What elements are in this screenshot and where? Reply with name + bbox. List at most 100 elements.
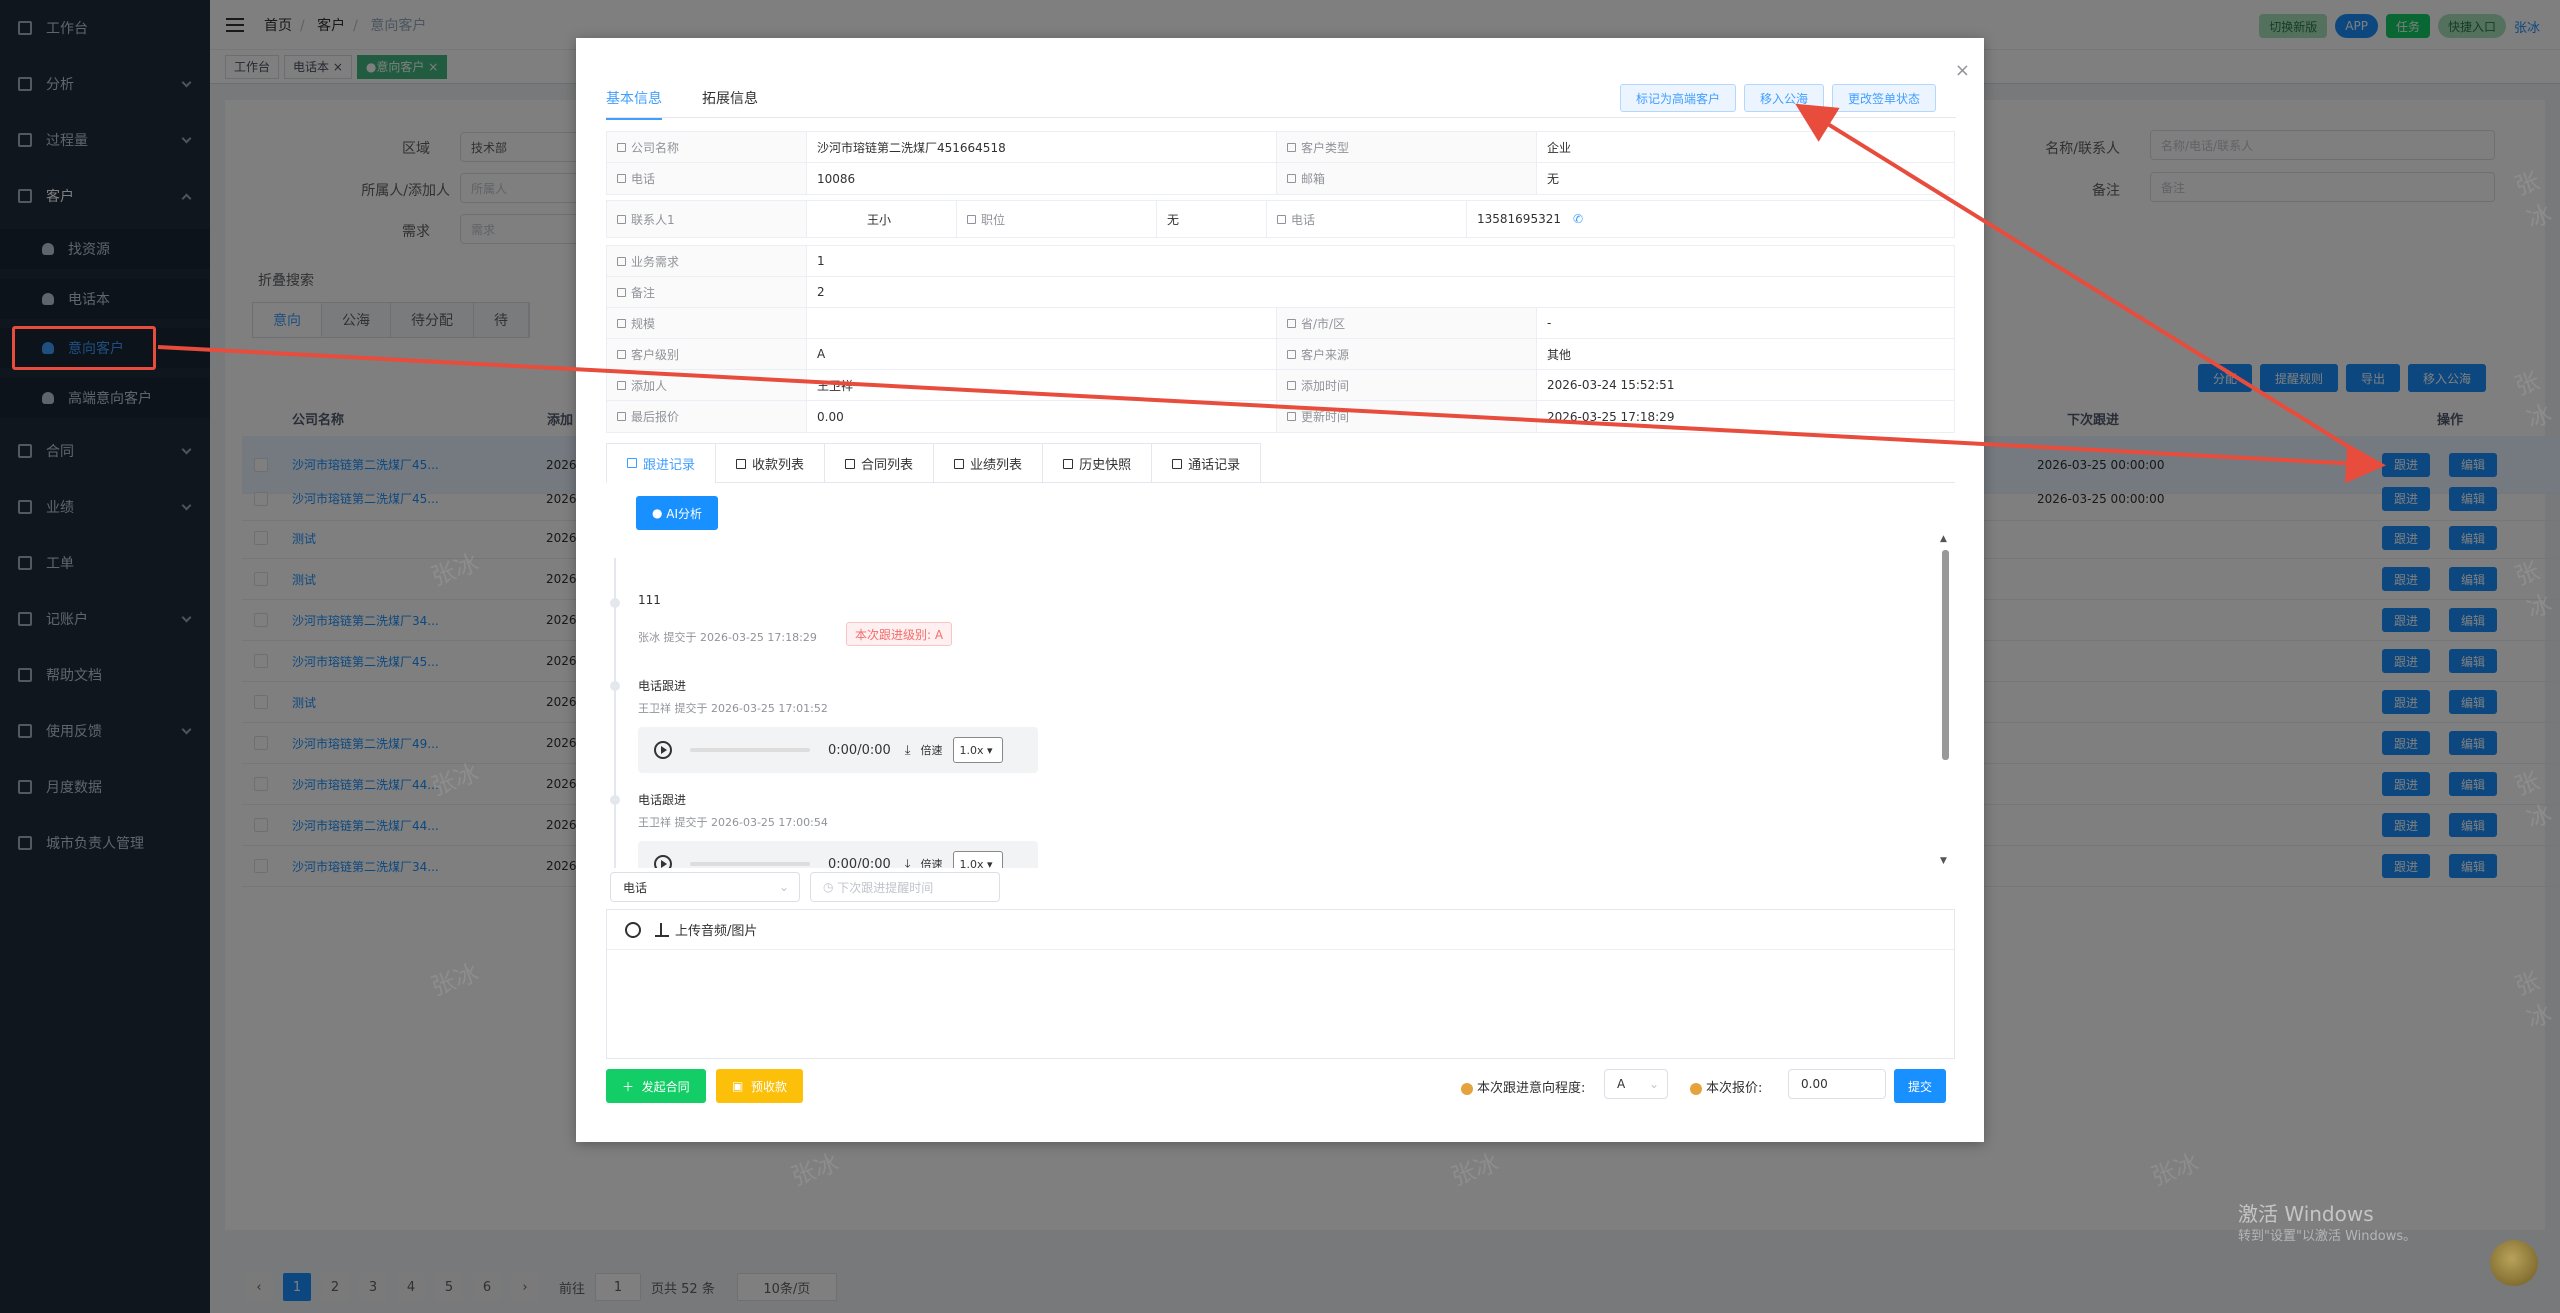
editor-toolbar: 上传音频/图片: [607, 910, 1954, 950]
contact-phone-value: 13581695321 ✆: [1477, 212, 1584, 226]
contact-value: 王小: [807, 201, 957, 237]
timeline-title: 111: [638, 593, 661, 607]
addtime-label: 添加时间: [1277, 370, 1537, 400]
audio-player: 0:00/0:00 ⤓ 倍速 1.0x ▾: [638, 841, 1038, 868]
source-label: 客户来源: [1277, 339, 1537, 369]
app: 工作台 分析 过程量 客户 找资源 电话本 意向客户 高端意向客户 合同 业绩 …: [0, 0, 2560, 1313]
doc-icon: [617, 256, 626, 266]
basic-info-table-1: 公司名称 沙河市瑢链第二洗煤厂451664518 客户类型 企业 电话 1008…: [606, 131, 1955, 195]
play-icon[interactable]: [654, 855, 672, 868]
close-icon[interactable]: ×: [1955, 60, 1970, 81]
timeline-dot: [610, 598, 620, 608]
emoji-icon[interactable]: [625, 921, 641, 938]
phone-value: 10086: [807, 163, 1277, 194]
follow-type-select[interactable]: 电话 ⌄: [610, 872, 800, 902]
tab-history-snapshot[interactable]: 历史快照: [1042, 443, 1153, 483]
province-value: -: [1547, 316, 1552, 330]
doc-icon: [617, 380, 626, 390]
call-icon[interactable]: ✆: [1573, 212, 1583, 226]
play-icon[interactable]: [654, 741, 672, 759]
speed-select[interactable]: 1.0x ▾: [952, 737, 1003, 763]
timeline-scrollbar[interactable]: [1942, 550, 1949, 760]
tab-receipts[interactable]: 收款列表: [715, 443, 826, 483]
upload-button[interactable]: 上传音频/图片: [655, 920, 757, 939]
windows-activation-hint: 转到"设置"以激活 Windows。: [2238, 1229, 2417, 1244]
speed-value: 1.0x: [959, 743, 984, 757]
addtime-value: 2026-03-24 15:52:51: [1547, 378, 1675, 392]
audio-time: 0:00/0:00: [828, 742, 891, 758]
mark-high-end-button[interactable]: 标记为高端客户: [1619, 84, 1736, 112]
info-row: 电话 10086 邮箱 无: [607, 163, 1954, 194]
remark-value: 2: [817, 285, 825, 299]
clock-icon: ◷: [823, 880, 838, 894]
change-sign-status-button[interactable]: 更改签单状态: [1831, 84, 1936, 112]
quote-input-label: 本次报价:: [1690, 1077, 1762, 1096]
doc-icon: [1172, 458, 1183, 469]
prepay-button[interactable]: ▣ 预收款: [716, 1069, 803, 1103]
scale-value: [807, 308, 1277, 338]
download-icon[interactable]: ⤓: [905, 857, 911, 869]
doc-icon: [1063, 458, 1074, 469]
intent-select[interactable]: A ⌄: [1604, 1069, 1668, 1099]
tab-contracts[interactable]: 合同列表: [824, 443, 935, 483]
speed-label: 倍速: [920, 744, 943, 757]
info-row: 规模 省/市/区 -: [607, 308, 1954, 339]
contact-label: 联系人1: [607, 201, 807, 237]
tab-follow-records[interactable]: 跟进记录: [606, 443, 717, 483]
tab-call-records[interactable]: 通话记录: [1151, 443, 1262, 483]
position-label: 职位: [957, 201, 1157, 237]
upload-icon: [655, 922, 669, 937]
move-to-public-pool-button[interactable]: 移入公海: [1743, 84, 1824, 112]
audio-progress[interactable]: [690, 748, 810, 752]
chevron-down-icon: ⌄: [778, 880, 789, 894]
dialog-header-actions: 标记为高端客户 移入公海 更改签单状态: [1619, 84, 1936, 112]
source-value: 其他: [1547, 347, 1572, 362]
submit-button[interactable]: 提交: [1894, 1069, 1947, 1103]
doc-icon: [1287, 412, 1296, 421]
question-icon: [1461, 1082, 1473, 1095]
speed-select[interactable]: 1.0x ▾: [952, 851, 1003, 868]
dialog-tabs: 基本信息 拓展信息: [606, 88, 758, 120]
scale-label: 规模: [607, 308, 807, 338]
quote-input[interactable]: 0.00: [1788, 1069, 1886, 1099]
quote-value: 0.00: [807, 401, 1277, 432]
intent-label: 本次跟进意向程度:: [1461, 1077, 1585, 1096]
update-value: 2026-03-25 17:18:29: [1547, 409, 1675, 424]
follow-editor[interactable]: 上传音频/图片: [606, 909, 1955, 1059]
contact-table: 联系人1 王小 职位 无 电话 13581695321 ✆: [606, 200, 1955, 238]
province-label: 省/市/区: [1277, 308, 1537, 338]
user-icon: [1287, 142, 1296, 152]
record-tabs: 跟进记录 收款列表 合同列表 业绩列表 历史快照 通话记录: [606, 443, 1955, 483]
position-value: 无: [1157, 201, 1267, 237]
tab-basic-info[interactable]: 基本信息: [606, 88, 662, 120]
remind-time-picker[interactable]: ◷ 下次跟进提醒时间: [810, 872, 1000, 902]
info-row: 公司名称 沙河市瑢链第二洗煤厂451664518 客户类型 企业: [607, 132, 1954, 163]
scroll-up-icon[interactable]: ▲: [1940, 534, 1947, 544]
doc-icon: [1287, 380, 1296, 390]
start-contract-button[interactable]: ＋ 发起合同: [606, 1069, 706, 1103]
timeline-meta: 王卫祥 提交于 2026-03-25 17:01:52: [638, 702, 828, 715]
customer-detail-dialog: × 基本信息 拓展信息 标记为高端客户 移入公海 更改签单状态 公司名称 沙河市…: [576, 38, 1984, 1142]
doc-icon: [617, 349, 626, 359]
audio-progress[interactable]: [690, 862, 810, 866]
ai-analysis-button[interactable]: ● AI分析: [636, 496, 719, 530]
follow-level-badge: 本次跟进级别: A: [846, 622, 953, 646]
timeline-dot: [610, 681, 620, 691]
list-icon: [736, 458, 747, 469]
phone-label: 电话: [607, 163, 807, 194]
phone-icon: [1277, 214, 1286, 224]
doc-icon: [1287, 349, 1296, 359]
type-label: 客户类型: [1277, 132, 1537, 162]
tab-divider: [606, 117, 1956, 118]
doc-icon: [617, 318, 626, 328]
bulb-icon: ●: [652, 506, 667, 520]
scroll-down-icon[interactable]: ▼: [1940, 856, 1947, 866]
adder-label: 添加人: [607, 370, 807, 400]
tab-extended-info[interactable]: 拓展信息: [702, 88, 758, 120]
info-row: 联系人1 王小 职位 无 电话 13581695321 ✆: [607, 201, 1954, 237]
download-icon[interactable]: ⤓: [905, 743, 911, 758]
pet-avatar[interactable]: [2490, 1240, 2538, 1286]
level-label: 客户级别: [607, 339, 807, 369]
adder-value: 王卫祥: [807, 370, 1277, 400]
tab-performance[interactable]: 业绩列表: [933, 443, 1044, 483]
